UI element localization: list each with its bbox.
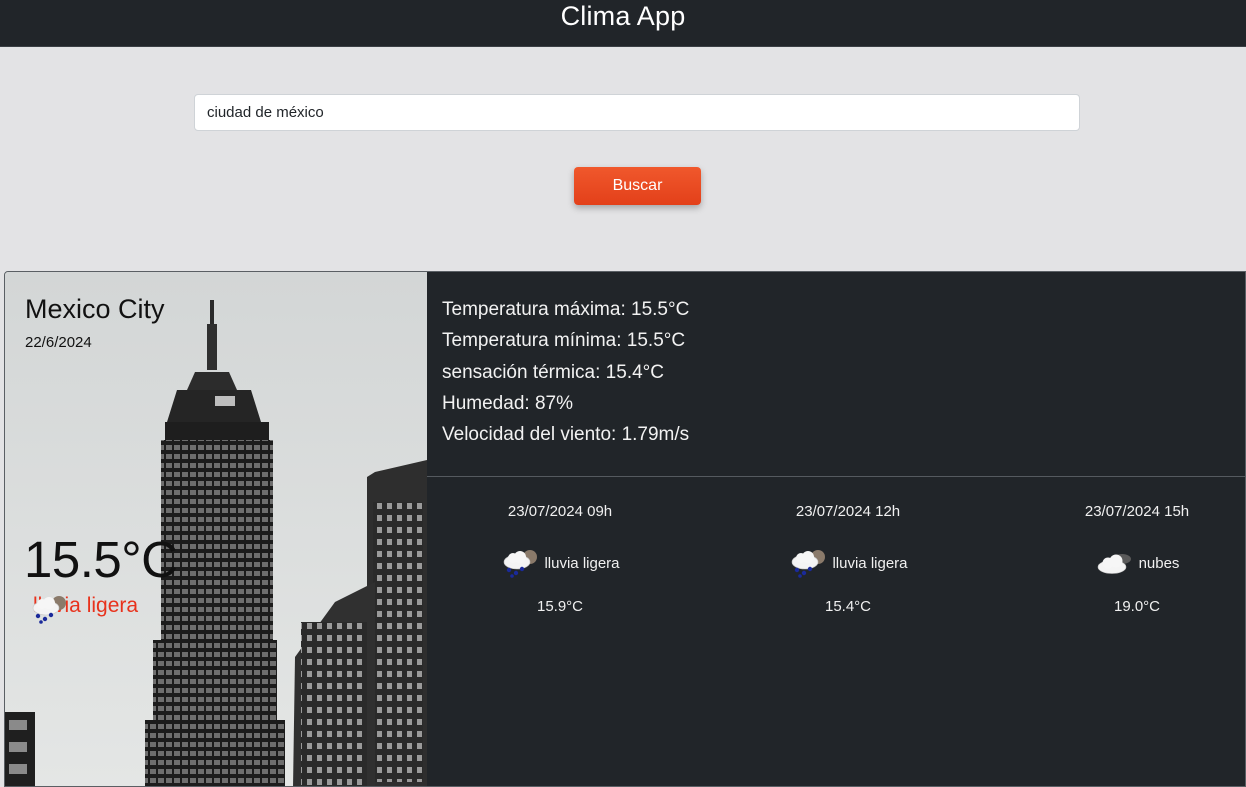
search-button[interactable]: Buscar xyxy=(574,167,701,205)
forecast-condition: nubes xyxy=(1007,545,1245,581)
forecast-datetime: 23/07/2024 15h xyxy=(1084,503,1190,520)
max-temperature: Temperatura máxima: 15.5°C xyxy=(442,299,690,320)
app-header: Clima App xyxy=(0,0,1246,47)
light-rain-icon xyxy=(788,548,828,578)
feels-like: sensación térmica: 15.4°C xyxy=(442,361,664,383)
current-condition: lluvia ligera xyxy=(29,594,138,624)
forecast-condition-label: lluvia ligera xyxy=(544,554,620,572)
forecast-item: 23/07/2024 12h lluvia ligera 15.4°C xyxy=(718,496,978,615)
city-photo: Mexico City 22/6/2024 15.5°C lluvia lige… xyxy=(5,272,427,786)
forecast-temperature: 15.4°C xyxy=(824,598,872,615)
forecast-condition: lluvia ligera xyxy=(718,545,978,581)
current-temperature: 15.5°C xyxy=(24,531,178,588)
weather-details: Temperatura máxima: 15.5°C Temperatura m… xyxy=(442,294,689,450)
city-name: Mexico City xyxy=(25,294,165,324)
forecast-condition-label: nubes xyxy=(1138,554,1180,572)
forecast-item: 23/07/2024 15h nubes 19.0°C xyxy=(1007,496,1245,615)
app-title: Clima App xyxy=(560,0,686,31)
forecast-condition: lluvia ligera xyxy=(430,545,690,581)
forecast-datetime: 23/07/2024 12h xyxy=(795,503,901,520)
min-temperature: Temperatura mínima: 15.5°C xyxy=(442,330,686,352)
section-divider xyxy=(427,476,1245,477)
weather-card: Mexico City 22/6/2024 15.5°C lluvia lige… xyxy=(4,271,1246,787)
light-rain-icon xyxy=(500,548,540,578)
cloud-icon xyxy=(1095,548,1135,578)
forecast-datetime: 23/07/2024 09h xyxy=(507,503,613,520)
current-date: 22/6/2024 xyxy=(25,334,92,351)
forecast-condition-label: lluvia ligera xyxy=(832,554,908,572)
forecast-temperature: 15.9°C xyxy=(536,598,584,615)
forecast-item: 23/07/2024 09h lluvia ligera 15.9°C xyxy=(430,496,690,615)
forecast-temperature: 19.0°C xyxy=(1113,598,1161,615)
city-search-input[interactable] xyxy=(194,94,1080,131)
humidity: Humedad: 87% xyxy=(442,392,573,414)
wind-speed: Velocidad del viento: 1.79m/s xyxy=(442,424,690,446)
